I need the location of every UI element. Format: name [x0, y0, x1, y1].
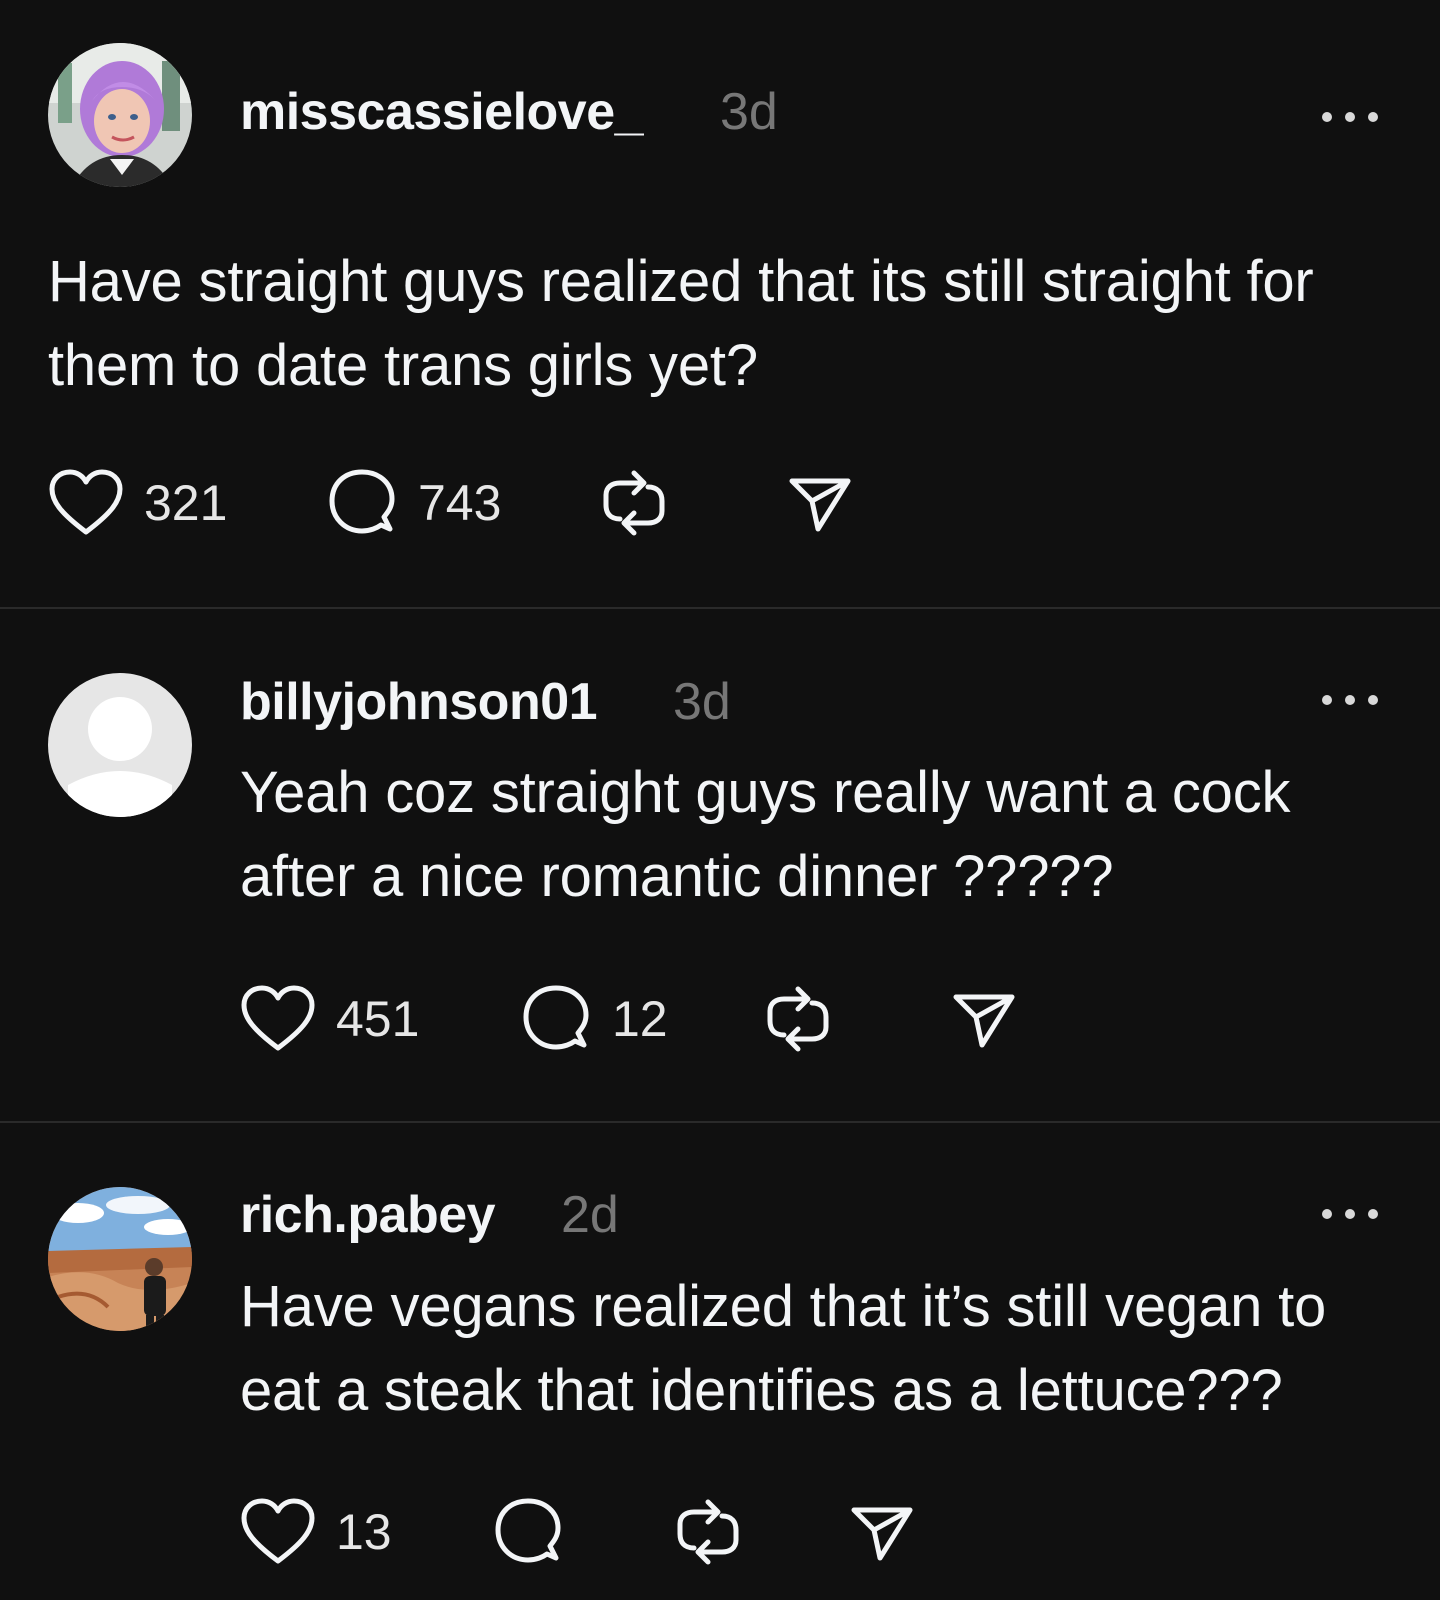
more-icon[interactable]: [1322, 1206, 1378, 1222]
post-1: misscassielove_ 3d Have straight guys re…: [0, 0, 1440, 608]
send-icon: [789, 478, 851, 532]
reply-button[interactable]: 12: [520, 979, 668, 1059]
avatar[interactable]: [48, 1187, 192, 1331]
timestamp: 3d: [720, 83, 778, 141]
post-text: Yeah coz straight guys really want a coc…: [240, 760, 1291, 909]
repost-icon: [767, 986, 829, 1052]
reply-button[interactable]: 743: [326, 463, 501, 543]
comment-icon: [329, 469, 395, 534]
like-count: 451: [336, 991, 420, 1047]
send-icon: [851, 1507, 913, 1561]
repost-button[interactable]: [672, 1492, 744, 1572]
heart-icon: [241, 1498, 315, 1564]
post-3: rich.pabey 2d Have vegans realized that …: [0, 1123, 1440, 1600]
action-bar: 321 743: [48, 463, 948, 543]
repost-icon: [603, 470, 665, 536]
user-photo-icon: [48, 43, 192, 187]
user-photo-icon: [48, 1187, 192, 1331]
share-button[interactable]: [850, 1492, 914, 1572]
heart-icon: [241, 985, 315, 1051]
avatar[interactable]: [48, 43, 192, 187]
reply-button[interactable]: [492, 1492, 564, 1572]
avatar[interactable]: [48, 673, 192, 817]
reply-count: 743: [418, 475, 502, 531]
post-2: billyjohnson01 3d Yeah coz straight guys…: [0, 609, 1440, 1121]
default-avatar-icon: [48, 673, 192, 817]
post-text: Have straight guys realized that its sti…: [48, 249, 1314, 398]
action-bar: 13: [240, 1492, 1140, 1572]
username[interactable]: misscassielove_: [240, 82, 644, 142]
repost-icon: [677, 1499, 739, 1565]
post-text: Have vegans realized that it’s still veg…: [240, 1274, 1327, 1423]
repost-button[interactable]: [598, 463, 670, 543]
like-button[interactable]: 451: [240, 979, 419, 1059]
heart-icon: [49, 469, 123, 535]
action-bar: 451 12: [240, 979, 1140, 1059]
like-count: 13: [336, 1504, 392, 1560]
comment-icon: [495, 1498, 561, 1563]
timestamp: 2d: [561, 1186, 619, 1244]
comment-icon: [523, 985, 589, 1050]
timestamp: 3d: [673, 673, 731, 731]
repost-button[interactable]: [762, 979, 834, 1059]
like-count: 321: [144, 475, 228, 531]
like-button[interactable]: 13: [240, 1492, 392, 1572]
more-icon[interactable]: [1322, 109, 1378, 125]
username[interactable]: rich.pabey: [240, 1185, 496, 1245]
reply-count: 12: [612, 991, 668, 1047]
username[interactable]: billyjohnson01: [240, 672, 598, 732]
share-button[interactable]: [788, 463, 852, 543]
more-icon[interactable]: [1322, 692, 1378, 708]
like-button[interactable]: 321: [48, 463, 227, 543]
send-icon: [953, 994, 1015, 1048]
share-button[interactable]: [952, 979, 1016, 1059]
